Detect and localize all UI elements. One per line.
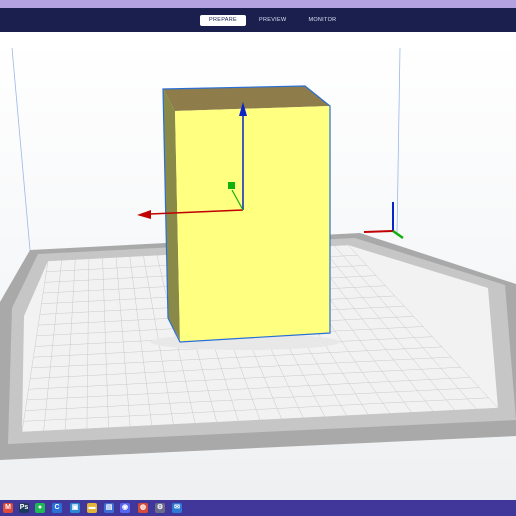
gizmo-x-arrowhead[interactable] — [137, 210, 151, 219]
viewport-canvas[interactable] — [0, 40, 516, 500]
mail-icon[interactable]: ✉ — [172, 503, 182, 513]
window-top-strip — [0, 0, 516, 8]
store-icon[interactable]: ▤ — [104, 503, 114, 513]
build-plate-viewport[interactable] — [0, 40, 516, 500]
photoshop-icon[interactable]: Ps — [19, 503, 29, 513]
tab-monitor[interactable]: MONITOR — [299, 15, 345, 26]
chrome-icon[interactable]: ◍ — [138, 503, 148, 513]
gmail-icon[interactable]: M — [3, 503, 13, 513]
volume-edge-right — [396, 47, 401, 236]
discord-icon[interactable]: ◉ — [120, 503, 130, 513]
tab-prepare[interactable]: PREPARE — [200, 14, 246, 26]
settings-icon[interactable]: ⚙ — [155, 503, 165, 513]
file-explorer-icon[interactable]: ▬ — [87, 503, 97, 513]
stage-tabs: PREPARE PREVIEW MONITOR — [200, 11, 349, 29]
gizmo-z-handle[interactable] — [228, 182, 235, 189]
monitor-app-icon[interactable]: ▣ — [70, 503, 80, 513]
yellow-box-model[interactable] — [162, 85, 331, 343]
volume-edge-left — [11, 47, 31, 251]
cura-icon[interactable]: C — [52, 503, 62, 513]
tab-preview[interactable]: PREVIEW — [250, 15, 295, 26]
taskbar: M Ps ● C ▣ ▬ ▤ ◉ ◍ ⚙ ✉ — [0, 500, 516, 516]
spotify-icon[interactable]: ● — [35, 503, 45, 513]
